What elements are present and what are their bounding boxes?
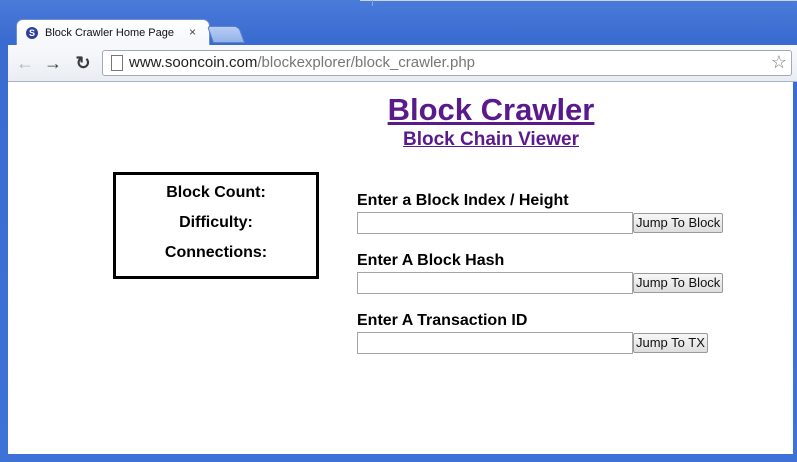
- jump-to-block-index-button[interactable]: Jump To Block: [633, 213, 724, 233]
- bookmark-star-icon[interactable]: ☆: [771, 52, 787, 73]
- block-index-label: Enter a Block Index / Height: [357, 192, 569, 209]
- jump-to-block-hash-button[interactable]: Jump To Block: [633, 273, 724, 293]
- block-count-label: Block Count:: [166, 184, 266, 201]
- close-tab-icon[interactable]: ×: [189, 25, 196, 39]
- window-edge-line: [360, 0, 797, 1]
- back-arrow-icon[interactable]: ←: [14, 52, 36, 74]
- block-hash-input[interactable]: [357, 272, 633, 294]
- page-icon: [111, 55, 123, 71]
- url-host: www.sooncoin.com: [129, 54, 258, 71]
- block-index-input[interactable]: [357, 212, 633, 234]
- transaction-id-label: Enter A Transaction ID: [357, 312, 528, 329]
- connections-label: Connections:: [164, 244, 268, 261]
- block-hash-label: Enter A Block Hash: [357, 252, 505, 269]
- difficulty-label: Difficulty:: [179, 214, 253, 231]
- window-edge-tick: [372, 0, 373, 6]
- jump-to-tx-button[interactable]: Jump To TX: [633, 333, 708, 353]
- reload-icon[interactable]: ↻: [72, 52, 94, 74]
- browser-tab[interactable]: S Block Crawler Home Page ×: [16, 19, 210, 47]
- url-path: /blockexplorer/block_crawler.php: [257, 54, 476, 71]
- page-content: Block Crawler Block Chain Viewer Block C…: [8, 82, 793, 454]
- address-bar[interactable]: www.sooncoin.com/blockexplorer/block_cra…: [102, 50, 792, 76]
- transaction-id-input[interactable]: [357, 332, 633, 354]
- new-tab-button[interactable]: [206, 26, 246, 43]
- sooncoin-favicon-icon: S: [26, 27, 38, 39]
- tab-title: Block Crawler Home Page: [45, 27, 174, 39]
- forward-arrow-icon[interactable]: →: [42, 52, 64, 74]
- page-subtitle-link[interactable]: Block Chain Viewer: [8, 129, 797, 151]
- network-stats-box: Block Count: Difficulty: Connections:: [113, 172, 319, 279]
- browser-toolbar: ← → ↻ www.sooncoin.com/blockexplorer/blo…: [8, 45, 797, 82]
- url-text[interactable]: www.sooncoin.com/blockexplorer/block_cra…: [129, 54, 475, 71]
- page-title-link[interactable]: Block Crawler: [8, 92, 797, 128]
